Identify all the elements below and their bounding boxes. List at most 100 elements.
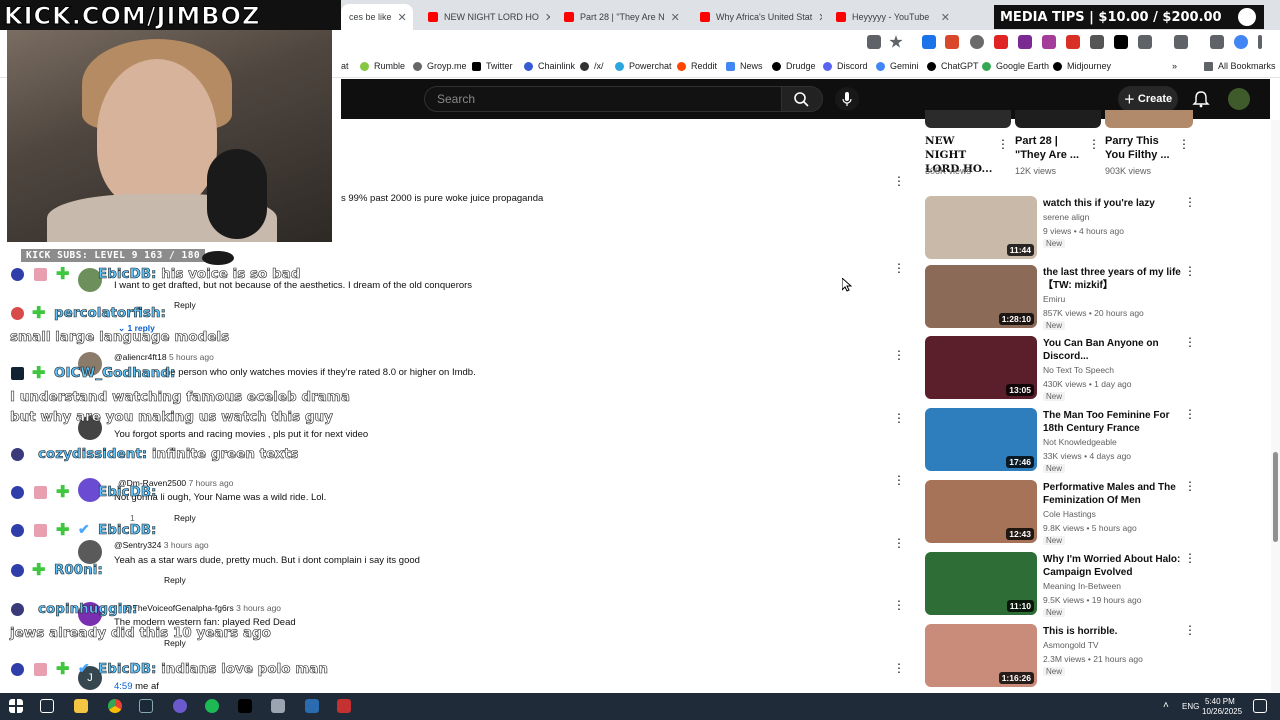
reply-button[interactable]: Reply (174, 300, 196, 310)
close-icon[interactable]: ✕ (812, 11, 822, 24)
bookmark-item-reddit[interactable]: Reddit (677, 61, 717, 71)
comment-menu-icon[interactable] (893, 661, 905, 676)
search-input[interactable]: Search (424, 86, 782, 112)
bookmark-item-twitter[interactable]: Twitter (472, 61, 513, 71)
media-control-icon[interactable] (1210, 35, 1224, 49)
tab-africa[interactable]: Why Africa's United Stat ✕ (692, 4, 822, 30)
menu-icon[interactable] (1258, 35, 1262, 49)
comment-author[interactable]: @Sentry324 (114, 540, 161, 550)
app-icon[interactable] (271, 699, 285, 713)
comment-menu-icon[interactable] (893, 261, 905, 276)
bookmark-item-chatgpt[interactable]: ChatGPT (927, 61, 979, 71)
extension-icon[interactable] (1090, 35, 1104, 49)
video-thumbnail[interactable]: 11:44 (925, 196, 1037, 259)
terminal-icon[interactable] (238, 699, 252, 713)
comment-menu-icon[interactable] (893, 536, 905, 551)
file-explorer-icon[interactable] (74, 699, 88, 713)
video-menu-icon[interactable] (1184, 551, 1196, 566)
shorts-thumbnail[interactable] (1105, 110, 1193, 128)
x-icon[interactable] (1114, 35, 1128, 49)
video-menu-icon[interactable] (1184, 195, 1196, 210)
page-scrollbar[interactable] (1271, 120, 1280, 692)
bookmark-item-rumble[interactable]: Rumble (360, 61, 405, 71)
extension-icon[interactable] (1018, 35, 1032, 49)
tray-chevron-icon[interactable]: ˄ (1163, 700, 1169, 711)
bookmark-item-drudge[interactable]: Drudge (772, 61, 816, 71)
comment-menu-icon[interactable] (893, 411, 905, 426)
shorts-menu-icon[interactable] (1178, 137, 1190, 152)
keyboard-language[interactable]: ENG (1182, 702, 1199, 711)
bookmark-item-gemini[interactable]: Gemini (876, 61, 919, 71)
video-title[interactable]: The Man Too Feminine For 18th Century Fr… (1043, 409, 1181, 435)
windows-start-icon[interactable] (9, 699, 23, 713)
bookmark-item-google-earth[interactable]: Google Earth (982, 61, 1049, 71)
profile-icon[interactable] (1234, 35, 1248, 49)
extensions-puzzle-icon[interactable] (1138, 35, 1152, 49)
more-bookmarks-chevron-icon[interactable]: » (1172, 61, 1177, 71)
comment-menu-icon[interactable] (893, 174, 905, 189)
video-channel[interactable]: Not Knowledgeable (1043, 436, 1117, 449)
app-icon[interactable] (305, 699, 319, 713)
video-title[interactable]: the last three years of my life【TW: mizk… (1043, 266, 1181, 292)
comment-menu-icon[interactable] (893, 473, 905, 488)
scrollbar-thumb[interactable] (1273, 452, 1278, 542)
bookmark-item-midjourney[interactable]: Midjourney (1053, 61, 1111, 71)
all-bookmarks[interactable]: All Bookmarks (1204, 61, 1276, 71)
taskbar-date[interactable]: 10/26/2025 (1202, 707, 1242, 716)
video-thumbnail[interactable]: 13:05 (925, 336, 1037, 399)
cast-icon[interactable] (867, 35, 881, 49)
task-view-icon[interactable] (40, 699, 54, 713)
account-avatar[interactable] (1228, 88, 1250, 110)
obs-icon[interactable] (173, 699, 187, 713)
video-menu-icon[interactable] (1184, 407, 1196, 422)
sidebar-icon[interactable] (1174, 35, 1188, 49)
video-thumbnail[interactable]: 1:28:10 (925, 265, 1037, 328)
close-icon[interactable]: ✕ (665, 11, 680, 24)
notification-center-icon[interactable] (1253, 699, 1267, 713)
video-thumbnail[interactable]: 1:16:26 (925, 624, 1037, 687)
video-channel[interactable]: Emiru (1043, 293, 1065, 306)
video-menu-icon[interactable] (1184, 335, 1196, 350)
comment-avatar[interactable] (78, 540, 102, 564)
timestamp-link[interactable]: 4:59 (114, 681, 133, 692)
video-menu-icon[interactable] (1184, 623, 1196, 638)
extension-icon[interactable] (1066, 35, 1080, 49)
reply-button[interactable]: Reply (164, 575, 186, 585)
shorts-title[interactable]: Parry This You Filthy ... (1105, 134, 1175, 162)
app-icon[interactable] (337, 699, 351, 713)
tab-part28[interactable]: Part 28 | "They Are N ✕ (556, 4, 686, 30)
bookmark-item-x[interactable]: /x/ (580, 61, 604, 71)
shorts-title[interactable]: Part 28 | "They Are ... (1015, 134, 1085, 162)
create-button[interactable]: ＋ Create (1118, 86, 1178, 112)
tab-active[interactable]: ces be like ✕ (341, 4, 413, 30)
video-title[interactable]: You Can Ban Anyone on Discord... (1043, 337, 1181, 363)
search-button[interactable] (781, 86, 823, 112)
extension-icon[interactable] (994, 35, 1008, 49)
comment-author[interactable]: @TheVoiceofGenalpha-fg6rs (124, 603, 234, 613)
voice-search-button[interactable] (835, 87, 859, 111)
tab-heyyyyy[interactable]: Heyyyyy - YouTube ✕ (828, 4, 958, 30)
video-title[interactable]: watch this if you're lazy (1043, 197, 1181, 210)
extension-icon[interactable] (945, 35, 959, 49)
bookmark-item-discord[interactable]: Discord (823, 61, 868, 71)
shorts-thumbnail[interactable] (925, 110, 1011, 128)
video-channel[interactable]: No Text To Speech (1043, 364, 1114, 377)
notifications-bell-icon[interactable] (1192, 90, 1210, 108)
shorts-thumbnail[interactable] (1015, 110, 1101, 128)
video-channel[interactable]: Cole Hastings (1043, 508, 1096, 521)
extension-icon[interactable] (1042, 35, 1056, 49)
close-icon[interactable]: ✕ (539, 11, 550, 24)
video-menu-icon[interactable] (1184, 264, 1196, 279)
spotify-icon[interactable] (205, 699, 219, 713)
comment-menu-icon[interactable] (893, 598, 905, 613)
bookmark-item-news[interactable]: News (726, 61, 763, 71)
video-channel[interactable]: serene align (1043, 211, 1089, 224)
video-title[interactable]: Performative Males and The Feminization … (1043, 481, 1181, 507)
comment-menu-icon[interactable] (893, 348, 905, 363)
bookmark-item[interactable]: at (341, 61, 349, 71)
video-thumbnail[interactable]: 12:43 (925, 480, 1037, 543)
chrome-icon[interactable] (108, 699, 122, 713)
close-icon[interactable]: ✕ (392, 11, 407, 24)
tab-night-lord[interactable]: NEW NIGHT LORD HO ✕ (420, 4, 550, 30)
extension-icon[interactable] (922, 35, 936, 49)
